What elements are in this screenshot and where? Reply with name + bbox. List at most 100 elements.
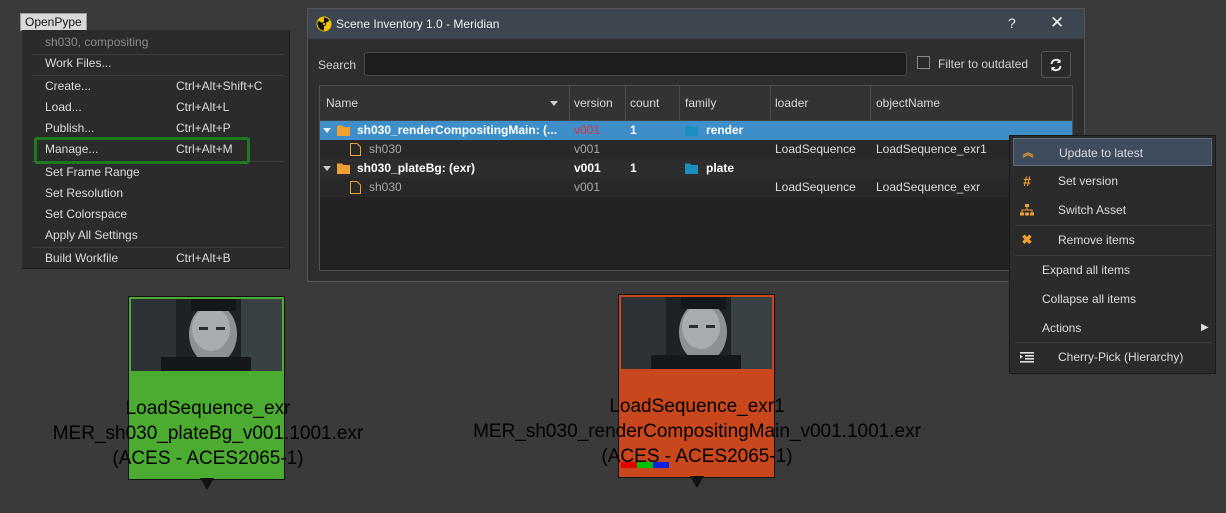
menu-item-label: Build Workfile [45, 251, 119, 265]
menu-item-label: Update to latest [1059, 146, 1144, 160]
column-header-name[interactable]: Name [326, 96, 358, 110]
context-menu: ︽ Update to latest # Set version Switch … [1009, 135, 1216, 374]
row-loader: LoadSequence [775, 180, 856, 194]
hash-icon: # [1023, 173, 1031, 189]
filter-outdated-label: Filter to outdated [938, 57, 1029, 71]
menu-item-label: Switch Asset [1058, 203, 1127, 217]
folder-icon [685, 163, 698, 174]
row-object-name: LoadSequence_exr [876, 180, 981, 194]
table-row[interactable]: sh030 v001 LoadSequence LoadSequence_exr [320, 178, 1072, 197]
folder-icon [685, 125, 698, 136]
menu-item-apply-all-settings[interactable]: Apply All Settings [22, 225, 289, 246]
double-chevron-up-icon: ︽ [1022, 147, 1034, 159]
menu-item-cherry-pick[interactable]: Cherry-Pick (Hierarchy) [1013, 343, 1212, 371]
row-version: v001 [574, 123, 601, 137]
help-button[interactable]: ? [1008, 15, 1016, 31]
node-label-file: MER_sh030_renderCompositingMain_v001.100… [473, 421, 921, 442]
column-header-version[interactable]: version [574, 96, 613, 110]
chevron-right-icon: ▶ [1201, 322, 1209, 333]
context-text: sh030, compositing [45, 35, 149, 49]
close-button[interactable]: ✕ [1050, 13, 1064, 33]
menu-item-label: Publish... [45, 121, 95, 135]
inventory-table: Name version count family loader objectN… [319, 85, 1073, 271]
menu-item-create[interactable]: Create... Ctrl+Alt+Shift+C [22, 76, 289, 97]
row-name: sh030 [369, 180, 402, 194]
search-input[interactable] [364, 52, 907, 76]
menu-item-shortcut: Ctrl+Alt+P [176, 121, 231, 135]
menu-item-switch-asset[interactable]: Switch Asset [1013, 196, 1212, 224]
sitemap-icon [1020, 204, 1034, 216]
openpype-menu-title[interactable]: OpenPype [20, 13, 87, 31]
table-row[interactable]: sh030_plateBg: (exr) v001 1 plate [320, 159, 1072, 178]
menu-item-label: Apply All Settings [45, 228, 138, 242]
column-header-objectname[interactable]: objectName [876, 96, 940, 110]
column-header-loader[interactable]: loader [775, 96, 808, 110]
menu-item-label: Cherry-Pick (Hierarchy) [1058, 350, 1184, 364]
refresh-button[interactable] [1041, 51, 1071, 78]
node-thumbnail [621, 297, 772, 369]
row-loader: LoadSequence [775, 142, 856, 156]
menu-item-label: Set Colorspace [45, 207, 128, 221]
row-family: plate [706, 161, 735, 175]
menu-item-build-workfile[interactable]: Build Workfile Ctrl+Alt+B [22, 248, 289, 269]
radiation-icon [316, 16, 332, 32]
menu-item-collapse-all[interactable]: Collapse all items [1013, 285, 1212, 313]
window-title: Scene Inventory 1.0 - Meridian [336, 17, 500, 31]
file-icon [350, 181, 361, 194]
node-output-arrow[interactable] [200, 478, 214, 490]
menu-item-load[interactable]: Load... Ctrl+Alt+L [22, 97, 289, 118]
row-name: sh030_plateBg: (exr) [357, 161, 476, 175]
scene-inventory-window: Scene Inventory 1.0 - Meridian ? ✕ Searc… [307, 8, 1085, 282]
node-output-arrow[interactable] [690, 476, 704, 488]
row-name: sh030_renderCompositingMain: (... [357, 123, 558, 137]
menu-item-shortcut: Ctrl+Alt+L [176, 100, 230, 114]
menu-item-shortcut: Ctrl+Alt+Shift+C [176, 79, 263, 93]
expand-arrow-icon[interactable] [323, 166, 331, 171]
menu-item-label: Work Files... [45, 56, 112, 70]
node-label-colorspace: (ACES - ACES2065-1) [112, 448, 304, 469]
menu-item-label: Set Resolution [45, 186, 124, 200]
node-thumbnail [131, 299, 282, 371]
menu-item-set-colorspace[interactable]: Set Colorspace [22, 204, 289, 225]
expand-arrow-icon[interactable] [323, 128, 331, 133]
menu-item-label: Remove items [1058, 233, 1135, 247]
menu-item-shortcut: Ctrl+Alt+B [176, 251, 231, 265]
menu-context-label: sh030, compositing [22, 32, 289, 53]
menu-item-remove-items[interactable]: ✖ Remove items [1013, 226, 1212, 254]
node-label-name: LoadSequence_exr [125, 398, 291, 419]
menu-item-work-files[interactable]: Work Files... [22, 53, 289, 74]
title-bar[interactable]: Scene Inventory 1.0 - Meridian ? ✕ [308, 9, 1084, 39]
table-row[interactable]: sh030 v001 LoadSequence LoadSequence_exr… [320, 140, 1072, 159]
file-icon [350, 143, 361, 156]
node-label-file: MER_sh030_plateBg_v001.1001.exr [52, 423, 364, 444]
menu-item-expand-all[interactable]: Expand all items [1013, 256, 1212, 284]
menu-item-label: Expand all items [1042, 263, 1131, 277]
row-version: v001 [574, 161, 601, 175]
filter-outdated-checkbox[interactable] [917, 56, 930, 69]
manage-highlight-box [34, 137, 250, 164]
table-row[interactable]: sh030_renderCompositingMain: (... v001 1… [320, 121, 1072, 140]
folder-icon [337, 163, 350, 174]
menu-item-set-version[interactable]: # Set version [1013, 167, 1212, 195]
x-icon: ✖ [1021, 232, 1033, 247]
row-count: 1 [630, 161, 637, 175]
menu-item-update-to-latest[interactable]: ︽ Update to latest [1013, 138, 1212, 166]
row-object-name: LoadSequence_exr1 [876, 142, 987, 156]
row-version: v001 [574, 180, 601, 194]
refresh-icon [1050, 58, 1062, 72]
column-header-count[interactable]: count [630, 96, 659, 110]
folder-icon [337, 125, 350, 136]
menu-item-label: Load... [45, 100, 82, 114]
row-count: 1 [630, 123, 637, 137]
sort-desc-icon [550, 101, 558, 106]
menu-item-set-frame-range[interactable]: Set Frame Range [22, 162, 289, 183]
menu-item-actions[interactable]: Actions ▶ [1013, 314, 1212, 342]
menu-item-publish[interactable]: Publish... Ctrl+Alt+P [22, 118, 289, 139]
node-label-name: LoadSequence_exr1 [609, 396, 785, 417]
column-header-family[interactable]: family [685, 96, 716, 110]
menu-item-label: Actions [1042, 321, 1082, 335]
menu-item-label: Collapse all items [1042, 292, 1137, 306]
table-header: Name version count family loader objectN… [320, 86, 1072, 121]
menu-item-set-resolution[interactable]: Set Resolution [22, 183, 289, 204]
row-family: render [706, 123, 744, 137]
